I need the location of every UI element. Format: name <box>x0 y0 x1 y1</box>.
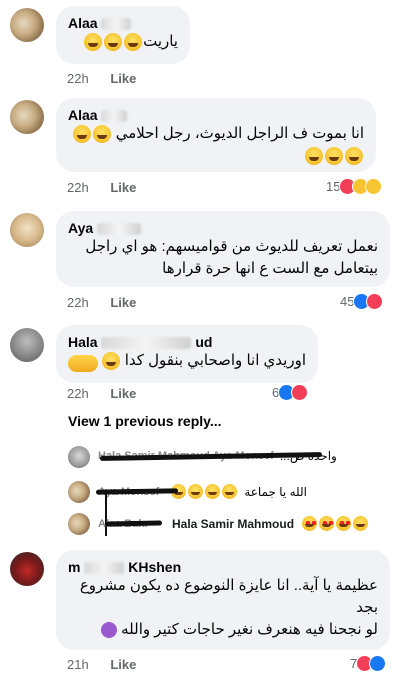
laughing-emoji-icon <box>104 33 123 52</box>
comment-author[interactable]: Alaa <box>68 15 178 31</box>
laughing-emoji-icon <box>305 147 323 166</box>
avatar[interactable] <box>10 213 44 247</box>
timestamp: 22h <box>67 71 89 86</box>
comment-text: ياريت <box>68 31 178 53</box>
like-button[interactable]: Like <box>110 657 136 672</box>
comment-bubble: m KHshen عظيمة يا آية.. انا عايزة النوضو… <box>56 550 390 650</box>
reaction-count: 15 <box>326 179 341 194</box>
heart-eyes-emoji-icon <box>319 516 335 531</box>
heart-eyes-emoji-icon <box>336 516 352 531</box>
like-button[interactable]: Like <box>110 295 136 310</box>
laughing-emoji-icon <box>188 484 204 499</box>
reaction-count: 45 <box>340 294 355 309</box>
love-reaction-icon <box>366 293 384 310</box>
laughing-emoji-icon <box>101 352 120 371</box>
like-button[interactable]: Like <box>110 71 136 86</box>
comment-text: اوريدي انا واصحابي بنقول كدا <box>68 350 306 372</box>
laughing-emoji-icon <box>353 516 369 531</box>
laughing-emoji-icon <box>84 33 103 52</box>
comment-meta: 22h Like <box>67 180 136 195</box>
laughing-reaction-pill-icon <box>68 355 98 372</box>
emoji-row <box>68 145 364 167</box>
like-button[interactable]: Like <box>110 180 136 195</box>
love-reaction-icon <box>291 384 309 401</box>
timestamp: 22h <box>67 180 89 195</box>
comment-bubble: Alaa انا بموت ف الراجل الديوث، رجل احلام… <box>56 98 376 172</box>
comment-bubble: Hala ud اوريدي انا واصحابي بنقول كدا <box>56 325 318 383</box>
comment-text-line: لو نجحنا فيه هنعرف نغير حاجات كتير والله <box>68 619 378 641</box>
comment-author[interactable]: m KHshen <box>68 559 378 575</box>
reaction-summary[interactable]: 6 <box>272 384 309 401</box>
comment-bubble: Aya نعمل تعريف للديوث من قواميسهم: هو اي… <box>56 211 390 287</box>
comment-bubble: Alaa ياريت <box>56 6 190 64</box>
avatar[interactable] <box>68 481 90 503</box>
laughing-emoji-icon <box>92 125 111 144</box>
comment-author[interactable]: Hala ud <box>68 334 306 350</box>
timestamp: 21h <box>67 657 89 672</box>
view-previous-replies-link[interactable]: View 1 previous reply... <box>68 413 222 429</box>
laughing-emoji-icon <box>222 484 238 499</box>
comment-meta: 22h Like <box>67 386 136 401</box>
laughing-emoji-icon <box>205 484 221 499</box>
avatar[interactable] <box>10 552 44 586</box>
laughing-emoji-icon <box>325 147 343 166</box>
comment-text-line: نعمل تعريف للديوث من قواميسهم: هو اي راج… <box>85 238 378 255</box>
purple-heart-icon <box>100 622 117 639</box>
comment-meta: 22h Like <box>67 295 136 310</box>
redaction-scribble <box>105 520 163 527</box>
like-button[interactable]: Like <box>110 386 136 401</box>
comment-text: انا بموت ف الراجل الديوث، رجل احلامي <box>68 123 364 145</box>
reaction-summary[interactable]: 45 <box>340 293 384 310</box>
reply-text: الله يا جماعة <box>244 484 307 499</box>
comment-author[interactable]: Alaa <box>68 107 364 123</box>
comment-text-line: عظيمة يا آية.. انا عايزة النوضوع ده يكون… <box>79 577 378 594</box>
avatar[interactable] <box>10 100 44 134</box>
comment-text-line: بجد <box>356 599 378 616</box>
comment-meta: 22h Like <box>67 71 136 86</box>
timestamp: 22h <box>67 295 89 310</box>
reply-text: Hala Samir Mahmoud <box>172 516 295 531</box>
comment-text-line: بيتعامل مع الست ع انها حرة قرارها <box>162 260 378 277</box>
haha-reaction-icon <box>365 178 383 195</box>
heart-eyes-emoji-icon <box>302 516 318 531</box>
avatar[interactable] <box>10 328 44 362</box>
comment-author[interactable]: Aya <box>68 220 378 236</box>
laughing-emoji-icon <box>72 125 91 144</box>
reaction-summary[interactable]: 7 <box>350 655 387 672</box>
avatar[interactable] <box>68 446 90 468</box>
laughing-emoji-icon <box>345 147 363 166</box>
avatar[interactable] <box>10 8 44 42</box>
comment-meta: 21h Like <box>67 657 136 672</box>
timestamp: 22h <box>67 386 89 401</box>
like-reaction-icon <box>369 655 387 672</box>
reaction-summary[interactable]: 15 <box>326 178 383 195</box>
laughing-emoji-icon <box>124 33 143 52</box>
avatar[interactable] <box>68 513 90 535</box>
